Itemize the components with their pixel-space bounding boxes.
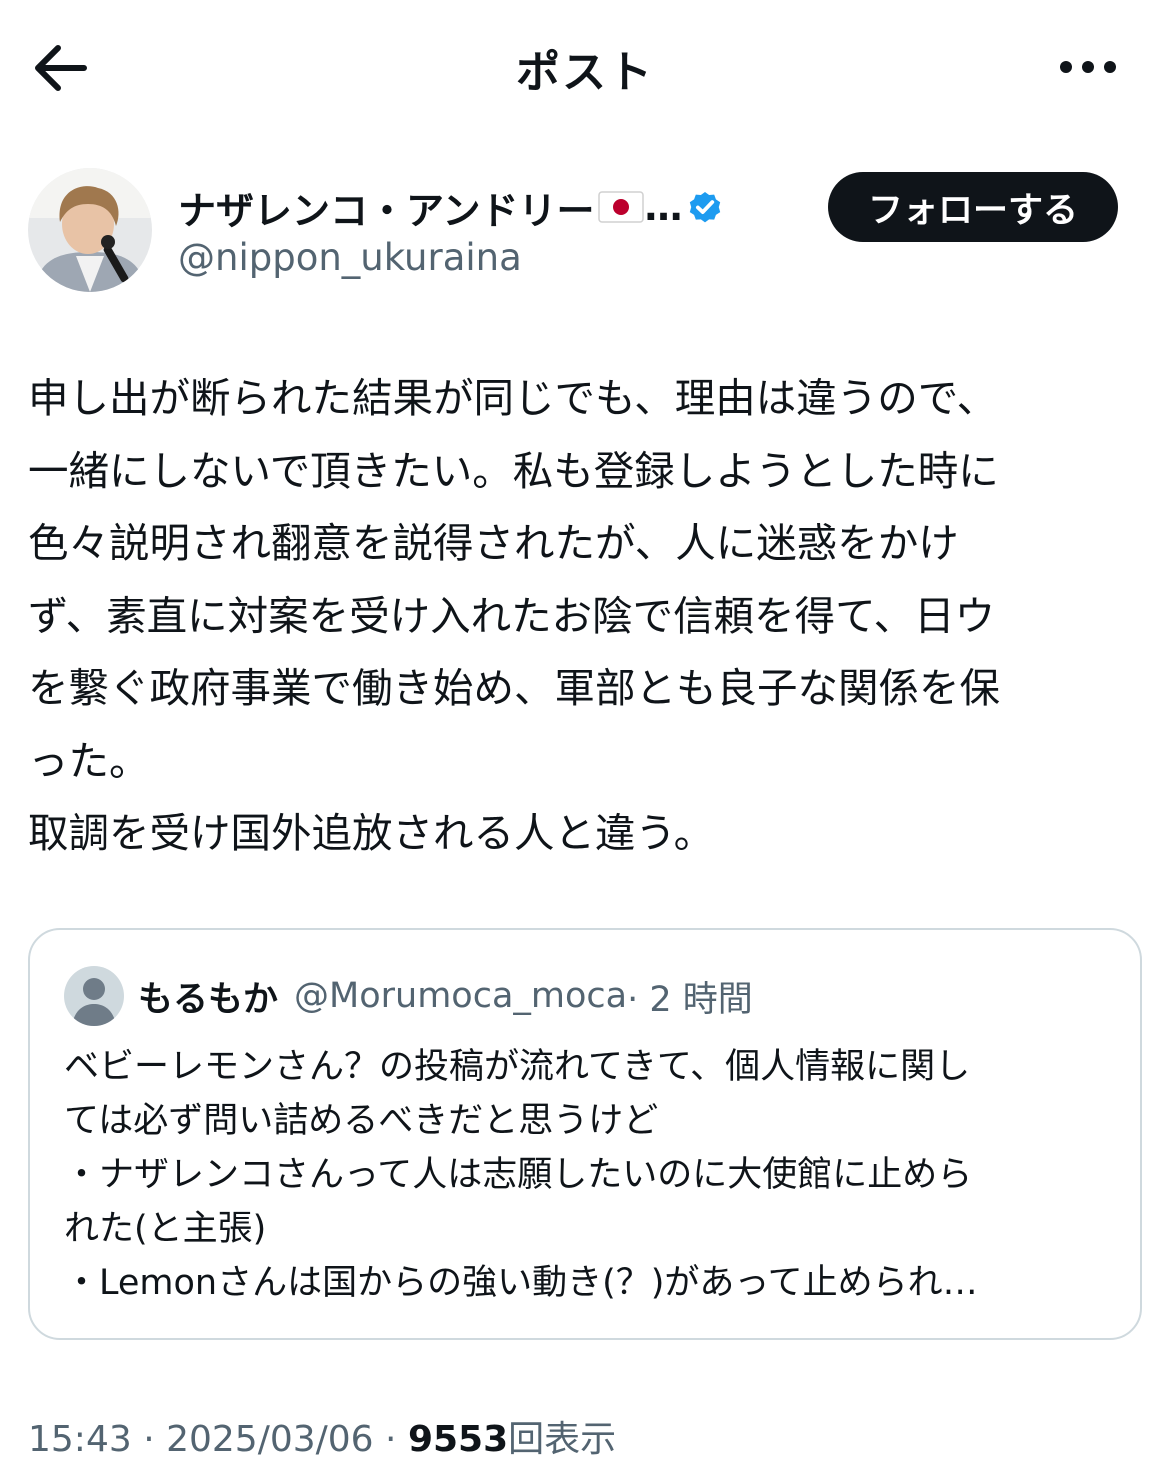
quoted-post-time: · 2 時間 [627,979,753,1020]
post-author: ナザレンコ・アンドリー … @nippon_ukuraina フォローする [28,168,1142,298]
view-count[interactable]: 9553 [408,1419,508,1460]
post-date: 2025/03/06 [166,1419,374,1460]
quoted-author-handle: @Morumoca_moca [294,976,628,1016]
quoted-author-name: もるもか [138,979,279,1020]
verified-badge-icon [690,191,721,223]
more-options-button[interactable] [1058,52,1118,82]
quoted-author-avatar [64,966,124,1026]
post-time: 15:43 [28,1419,132,1460]
author-name-row: ナザレンコ・アンドリー … [178,180,724,235]
name-ellipsis: … [644,185,683,229]
meta-separator: · [131,1419,167,1460]
author-display-name[interactable]: ナザレンコ・アンドリー [178,180,594,235]
top-bar: ポスト [0,0,1170,132]
post-body-text: 申し出が断られた結果が同じでも、理由は違うので、 一緒にしないで頂きたい。私も登… [28,374,1000,857]
meta-separator: · [373,1419,408,1460]
quoted-post-header: もるもか @Morumoca_moca · 2 時間 [64,966,753,1026]
author-avatar[interactable] [28,168,152,292]
post-metadata: 15:43 · 2025/03/06 · 9553回表示 [28,1410,616,1462]
quoted-post-text: ベビーレモンさん？の投稿が流れてきて、個人情報に関し ては必ず問い詰めるべきだと… [64,1047,978,1303]
more-dots-icon [1060,61,1116,73]
view-count-label: 回表示 [508,1419,617,1460]
follow-button[interactable]: フォローする [828,172,1118,242]
quoted-post[interactable]: もるもか @Morumoca_moca · 2 時間 ベビーレモンさん？の投稿が… [28,928,1142,1340]
japan-flag-icon [598,191,645,223]
page-title: ポスト [516,47,654,98]
author-handle[interactable]: @nippon_ukuraina [178,236,522,279]
